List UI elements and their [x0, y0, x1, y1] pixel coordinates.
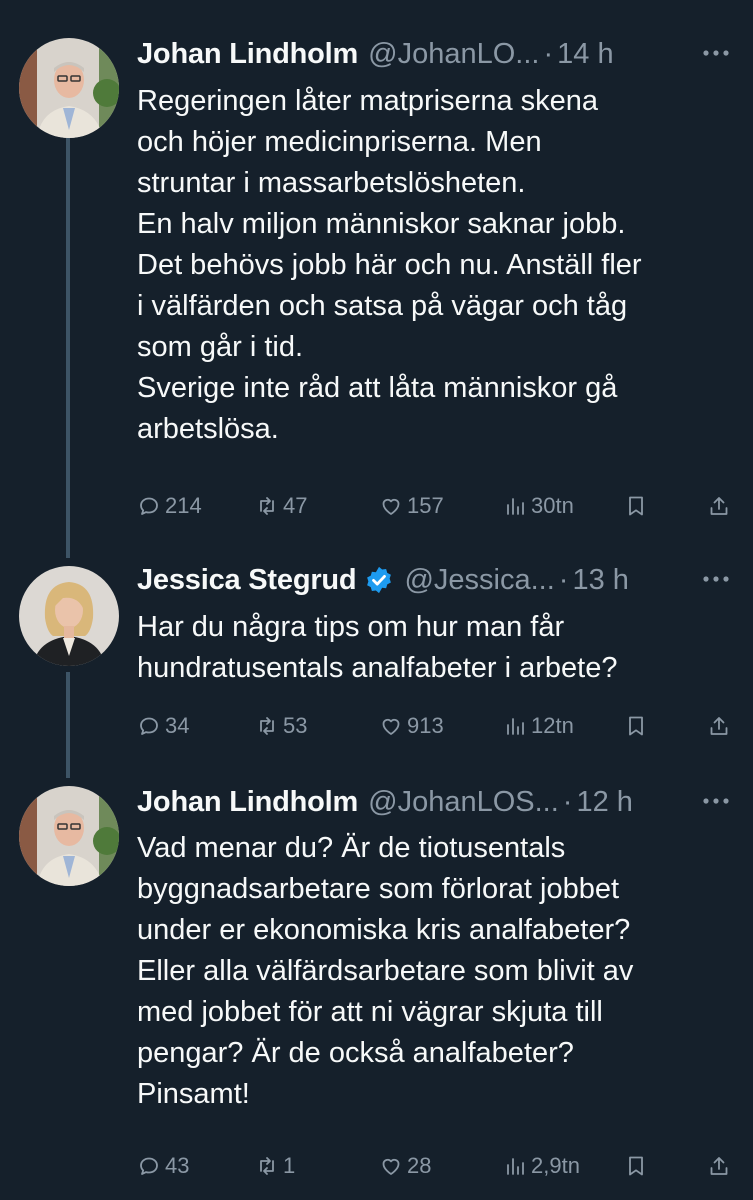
like-count: 28 — [407, 1153, 432, 1178]
heart-icon — [382, 718, 400, 735]
like-button[interactable]: 913 — [379, 706, 444, 746]
bookmark-icon — [629, 1156, 643, 1176]
share-button[interactable] — [707, 1146, 735, 1186]
bookmark-button[interactable] — [624, 486, 652, 526]
tweet-text-line: i välfärden och satsa på vägar och tåg — [137, 290, 628, 322]
tweet-text-line: Pinsamt! — [137, 1078, 250, 1110]
reply-icon — [140, 497, 158, 515]
retweet-count: 53 — [283, 713, 308, 738]
separator-dot: · — [562, 785, 573, 818]
tweet-text-line: hundratusentals analfabeter i arbete? — [137, 652, 618, 684]
views-button[interactable]: 2,9tn — [503, 1146, 580, 1186]
reply-button[interactable]: 43 — [137, 1146, 189, 1186]
timestamp[interactable]: 13 h — [572, 564, 628, 597]
view-count: 2,9tn — [531, 1153, 580, 1178]
views-button[interactable]: 30tn — [503, 486, 574, 526]
share-button[interactable] — [707, 706, 735, 746]
tweet-text-line: Det behövs jobb här och nu. Anställ fler — [137, 249, 642, 281]
tweet-text-line: En halv miljon människor saknar jobb. — [137, 208, 626, 240]
retweet-button[interactable]: 47 — [255, 486, 307, 526]
reply-icon — [140, 1157, 158, 1175]
author-handle[interactable]: @JohanLOS... — [368, 786, 559, 819]
action-bar: 43 1 28 2,9tn — [137, 1146, 737, 1186]
heart-icon — [382, 1158, 400, 1175]
views-icon — [507, 498, 524, 515]
tweet-text-line: Vad menar du? Är de tiotusentals — [137, 832, 566, 864]
retweet-count: 1 — [283, 1153, 296, 1178]
tweet-text-line: byggnadsarbetare som förlorat jobbet — [137, 873, 620, 905]
views-icon — [507, 718, 524, 735]
retweet-icon — [260, 717, 274, 735]
tweet-text-line: pengar? Är de också analfabeter? — [137, 1037, 574, 1069]
tweet-text-line: och höjer medicinpriserna. Men — [137, 126, 542, 158]
more-icon[interactable] — [699, 786, 733, 816]
view-count: 12tn — [531, 713, 574, 738]
share-icon — [710, 1157, 728, 1175]
reply-button[interactable]: 34 — [137, 706, 189, 746]
author-handle[interactable]: @Jessica... — [404, 564, 554, 597]
author-name[interactable]: Jessica Stegrud — [137, 564, 357, 597]
separator-dot: · — [543, 37, 554, 70]
bookmark-button[interactable] — [624, 706, 652, 746]
retweet-button[interactable]: 1 — [255, 1146, 295, 1186]
reply-count: 214 — [165, 493, 202, 518]
retweet-button[interactable]: 53 — [255, 706, 307, 746]
like-count: 913 — [407, 713, 444, 738]
tweet-text-line: med jobbet för att ni vägrar skjuta till — [137, 996, 603, 1028]
share-button[interactable] — [707, 486, 735, 526]
thread-line — [66, 130, 70, 558]
like-count: 157 — [407, 493, 444, 518]
avatar[interactable] — [19, 566, 119, 666]
avatar[interactable] — [19, 786, 119, 886]
share-icon — [710, 717, 728, 735]
tweet-text-line: som går i tid. — [137, 331, 303, 363]
views-button[interactable]: 12tn — [503, 706, 574, 746]
separator-dot: · — [558, 563, 569, 596]
author-handle[interactable]: @JohanLO... — [368, 38, 539, 71]
reply-count: 34 — [165, 713, 190, 738]
action-bar: 34 53 913 12tn — [137, 706, 737, 746]
share-icon — [710, 497, 728, 515]
retweet-count: 47 — [283, 493, 308, 518]
bookmark-button[interactable] — [624, 1146, 652, 1186]
tweet-text-line: Regeringen låter matpriserna skena — [137, 85, 599, 117]
tweet-text-line: struntar i massarbetslösheten. — [137, 167, 526, 199]
timestamp[interactable]: 14 h — [557, 38, 613, 71]
bookmark-icon — [629, 716, 643, 736]
views-icon — [507, 1158, 524, 1175]
tweet-text-line: Har du några tips om hur man får — [137, 611, 565, 643]
tweet-text-line: Sverige inte råd att låta människor gå — [137, 372, 618, 404]
like-button[interactable]: 28 — [379, 1146, 431, 1186]
action-bar: 214 47 157 30tn — [137, 486, 737, 526]
author-name[interactable]: Johan Lindholm — [137, 38, 358, 71]
author-name[interactable]: Johan Lindholm — [137, 786, 358, 819]
more-icon[interactable] — [699, 38, 733, 68]
heart-icon — [382, 498, 400, 515]
thread-line — [66, 672, 70, 778]
like-button[interactable]: 157 — [379, 486, 444, 526]
tweet-text: Regeringen låter matpriserna skena och h… — [137, 81, 737, 450]
retweet-icon — [260, 1157, 274, 1175]
tweet-text-line: Eller alla välfärdsarbetare som blivit a… — [137, 955, 634, 987]
bookmark-icon — [629, 496, 643, 516]
more-icon[interactable] — [699, 564, 733, 594]
timestamp[interactable]: 12 h — [576, 786, 632, 819]
tweet-text: Vad menar du? Är de tiotusentals byggnad… — [137, 828, 737, 1115]
tweet-text-line: arbetslösa. — [137, 413, 279, 445]
reply-count: 43 — [165, 1153, 190, 1178]
view-count: 30tn — [531, 493, 574, 518]
reply-button[interactable]: 214 — [137, 486, 202, 526]
avatar[interactable] — [19, 38, 119, 138]
verified-badge-icon — [367, 566, 392, 594]
tweet-text: Har du några tips om hur man får hundrat… — [137, 607, 737, 689]
reply-icon — [140, 717, 158, 735]
retweet-icon — [260, 497, 274, 515]
tweet-text-line: under er ekonomiska kris analfabeter? — [137, 914, 631, 946]
